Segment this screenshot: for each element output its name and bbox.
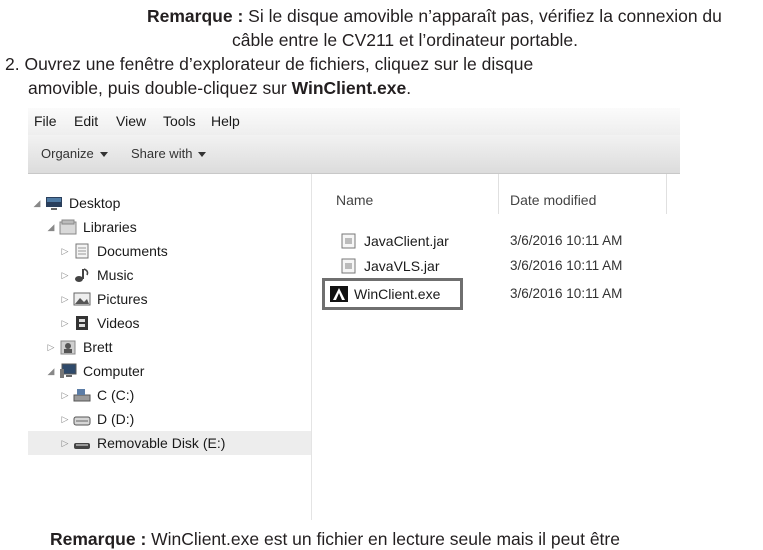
file-date: 3/6/2016 10:11 AM: [510, 286, 623, 301]
tree-item-desktop[interactable]: ◢ Desktop: [32, 191, 121, 215]
step-2-filename: WinClient.exe: [291, 78, 407, 98]
step-2-line-1: 2. Ouvrez une fenêtre d’explorateur de f…: [5, 54, 534, 74]
note-1-text: Si le disque amovible n’apparaît pas, vé…: [243, 6, 722, 26]
collapsed-arrow-icon[interactable]: ▷: [60, 390, 70, 401]
menu-help[interactable]: Help: [211, 113, 240, 129]
tree-item-drive-c[interactable]: ▷ C (C:): [60, 383, 135, 407]
expanded-arrow-icon[interactable]: ◢: [46, 366, 56, 377]
step-2-line-2: amovible, puis double-cliquez sur WinCli…: [28, 78, 411, 99]
menu-edit[interactable]: Edit: [74, 113, 98, 129]
collapsed-arrow-icon[interactable]: ▷: [60, 294, 70, 305]
file-name: JavaVLS.jar: [364, 258, 440, 274]
tree-label: Desktop: [69, 195, 121, 211]
note-2: Remarque : WinClient.exe est un fichier …: [50, 529, 620, 550]
share-with-button[interactable]: Share with: [131, 146, 207, 161]
tree-item-drive-d[interactable]: ▷ D (D:): [60, 407, 135, 431]
tree-item-brett[interactable]: ▷ Brett: [46, 335, 113, 359]
drive-c-icon: [73, 387, 91, 403]
collapsed-arrow-icon[interactable]: ▷: [46, 342, 56, 353]
column-divider[interactable]: [666, 174, 667, 214]
note-2-label: Remarque :: [50, 529, 147, 549]
explorer-window: File Edit View Tools Help Organize Share…: [28, 108, 680, 520]
note-1-label: Remarque :: [147, 6, 244, 26]
videos-icon: [73, 315, 91, 331]
highlight-box: [322, 278, 463, 310]
tree-label: C (C:): [97, 387, 135, 403]
note-1-line-1: Remarque : Si le disque amovible n’appar…: [147, 6, 722, 27]
expanded-arrow-icon[interactable]: ◢: [46, 222, 56, 233]
tree-item-removable-disk[interactable]: ▷ Removable Disk (E:): [28, 431, 311, 455]
libraries-icon: [59, 219, 77, 235]
note-1-line-2: câble entre le CV211 et l’ordinateur por…: [232, 30, 579, 50]
menu-file[interactable]: File: [34, 113, 57, 129]
removable-disk-icon: [73, 435, 91, 451]
tree-label: Music: [97, 267, 134, 283]
drive-d-icon: [73, 411, 91, 427]
jar-file-icon: [340, 233, 358, 249]
expanded-arrow-icon[interactable]: ◢: [32, 198, 42, 209]
file-date: 3/6/2016 10:11 AM: [510, 233, 623, 248]
tree-label: Removable Disk (E:): [97, 435, 226, 451]
tree-item-libraries[interactable]: ◢ Libraries: [46, 215, 137, 239]
menu-view[interactable]: View: [116, 113, 146, 129]
chevron-down-icon: [198, 152, 207, 158]
pictures-icon: [73, 291, 91, 307]
file-row-javavls[interactable]: JavaVLS.jar: [340, 255, 439, 277]
tree-label: Pictures: [97, 291, 148, 307]
navigation-pane: ◢ Desktop ◢ Libraries ▷ Documents ▷ Musi…: [28, 174, 311, 520]
tree-label: Videos: [97, 315, 140, 331]
chevron-down-icon: [99, 152, 108, 158]
pane-divider[interactable]: [311, 174, 312, 520]
tree-label: Libraries: [83, 219, 137, 235]
documents-icon: [73, 243, 91, 259]
tree-item-documents[interactable]: ▷ Documents: [60, 239, 168, 263]
step-2-text: amovible, puis double-cliquez sur: [28, 78, 292, 98]
file-date: 3/6/2016 10:11 AM: [510, 258, 623, 273]
menu-tools[interactable]: Tools: [163, 113, 196, 129]
tree-label: D (D:): [97, 411, 135, 427]
collapsed-arrow-icon[interactable]: ▷: [60, 270, 70, 281]
file-name: JavaClient.jar: [364, 233, 449, 249]
tree-item-pictures[interactable]: ▷ Pictures: [60, 287, 148, 311]
file-row-javaclient[interactable]: JavaClient.jar: [340, 230, 449, 252]
collapsed-arrow-icon[interactable]: ▷: [60, 414, 70, 425]
tree-label: Brett: [83, 339, 113, 355]
column-header-name[interactable]: Name: [336, 192, 373, 208]
tree-item-videos[interactable]: ▷ Videos: [60, 311, 140, 335]
column-header-date[interactable]: Date modified: [510, 192, 596, 208]
tree-label: Computer: [83, 363, 145, 379]
desktop-icon: [45, 195, 63, 211]
organize-label: Organize: [41, 146, 94, 161]
step-2-end: .: [406, 78, 412, 98]
tree-label: Documents: [97, 243, 168, 259]
column-divider[interactable]: [498, 174, 499, 214]
collapsed-arrow-icon[interactable]: ▷: [60, 438, 70, 449]
jar-file-icon: [340, 258, 358, 274]
music-icon: [73, 267, 91, 283]
organize-button[interactable]: Organize: [41, 146, 108, 161]
collapsed-arrow-icon[interactable]: ▷: [60, 318, 70, 329]
menu-bar: File Edit View Tools Help: [28, 108, 680, 135]
note-2-text: WinClient.exe est un fichier en lecture …: [146, 529, 620, 549]
tree-item-computer[interactable]: ◢ Computer: [46, 359, 145, 383]
computer-icon: [59, 363, 77, 379]
toolbar: Organize Share with: [28, 135, 680, 174]
collapsed-arrow-icon[interactable]: ▷: [60, 246, 70, 257]
user-folder-icon: [59, 339, 77, 355]
share-with-label: Share with: [131, 146, 193, 161]
tree-item-music[interactable]: ▷ Music: [60, 263, 134, 287]
